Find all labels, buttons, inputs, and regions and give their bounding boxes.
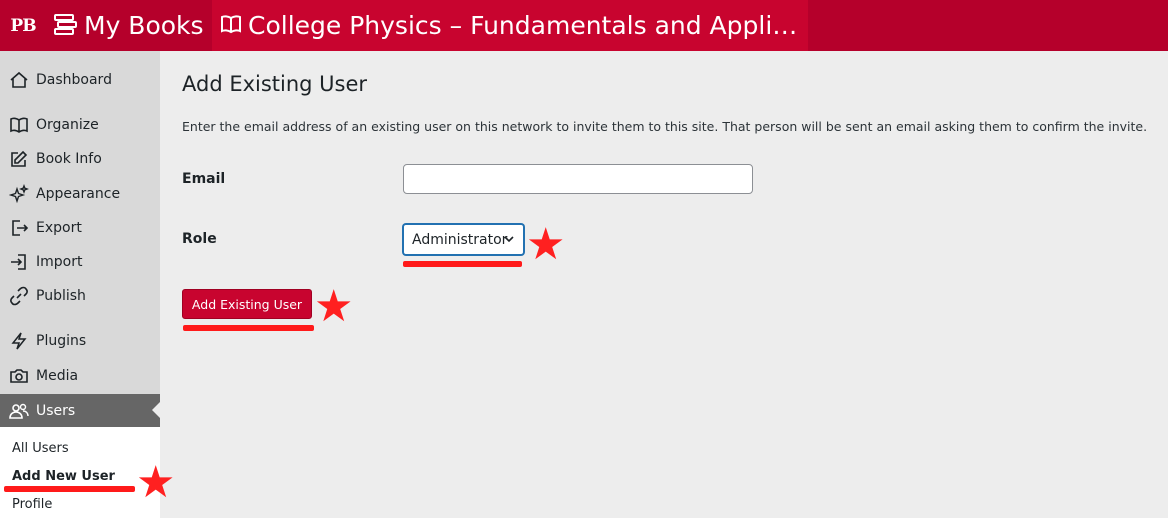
sidebar-item-label: Dashboard [36, 72, 112, 88]
annotation-star-icon: ★ [314, 281, 354, 332]
book-title: College Physics – Fundamentals and Appli… [248, 11, 804, 40]
submenu-item-all-users[interactable]: All Users [12, 441, 69, 456]
sidebar-item-dashboard[interactable]: Dashboard [0, 64, 160, 96]
sidebar-item-label: Users [36, 402, 76, 419]
camera-icon [8, 365, 30, 387]
email-field[interactable] [403, 164, 753, 194]
sidebar-item-label: Appearance [36, 186, 121, 202]
role-selected-value: Administrator [412, 231, 508, 248]
sidebar-item-export[interactable]: Export [0, 212, 160, 244]
chevron-down-icon [503, 233, 515, 249]
sidebar-item-label: Import [36, 254, 83, 270]
sparkle-icon [8, 183, 30, 205]
annotation-star-icon: ★ [526, 219, 566, 270]
export-icon [8, 217, 30, 239]
books-stack-icon [52, 13, 78, 39]
sidebar-item-users[interactable]: Users [0, 394, 160, 427]
annotation-underline-role [403, 261, 522, 267]
edit-icon [8, 148, 30, 170]
sidebar-item-label: Plugins [36, 333, 87, 349]
page-description: Enter the email address of an existing u… [182, 119, 1148, 134]
sidebar-item-publish[interactable]: Publish [0, 280, 160, 312]
page-title: Add Existing User [182, 72, 368, 96]
sidebar-item-import[interactable]: Import [0, 246, 160, 278]
admin-sidebar: Dashboard Organize Book Info Appearance … [0, 51, 160, 518]
sidebar-item-organize[interactable]: Organize [0, 109, 160, 141]
sidebar-item-media[interactable]: Media [0, 360, 160, 392]
sidebar-item-book-info[interactable]: Book Info [0, 143, 160, 175]
sidebar-item-label: Book Info [36, 151, 102, 167]
top-bar: PB My Books College Physics – Fundamenta… [0, 0, 1168, 51]
pressbooks-logo[interactable]: PB [0, 0, 46, 51]
sidebar-item-label: Media [36, 368, 79, 384]
book-open-icon [8, 114, 30, 136]
home-icon [8, 69, 30, 91]
sidebar-item-label: Publish [36, 288, 86, 304]
role-select[interactable]: Administrator [403, 224, 524, 255]
annotation-star-icon: ★ [136, 457, 176, 508]
add-existing-user-button[interactable]: Add Existing User [182, 289, 312, 319]
sidebar-item-plugins[interactable]: Plugins [0, 325, 160, 357]
import-icon [8, 251, 30, 273]
submenu-item-add-new-user[interactable]: Add New User [12, 469, 115, 484]
link-icon [8, 285, 30, 307]
current-book-link[interactable]: College Physics – Fundamentals and Appli… [212, 0, 808, 51]
logo-text: PB [10, 15, 36, 36]
users-icon [8, 400, 30, 422]
my-books-label: My Books [84, 11, 204, 40]
submenu-item-profile[interactable]: Profile [12, 497, 52, 512]
annotation-underline-button [183, 325, 314, 331]
sidebar-item-appearance[interactable]: Appearance [0, 178, 160, 210]
role-label: Role [182, 231, 217, 247]
my-books-link[interactable]: My Books [46, 0, 212, 51]
bolt-icon [8, 330, 30, 352]
sidebar-item-label: Organize [36, 117, 99, 133]
annotation-underline-submenu [4, 486, 135, 492]
email-label: Email [182, 171, 226, 187]
book-open-icon [220, 14, 242, 38]
sidebar-item-label: Export [36, 220, 82, 236]
